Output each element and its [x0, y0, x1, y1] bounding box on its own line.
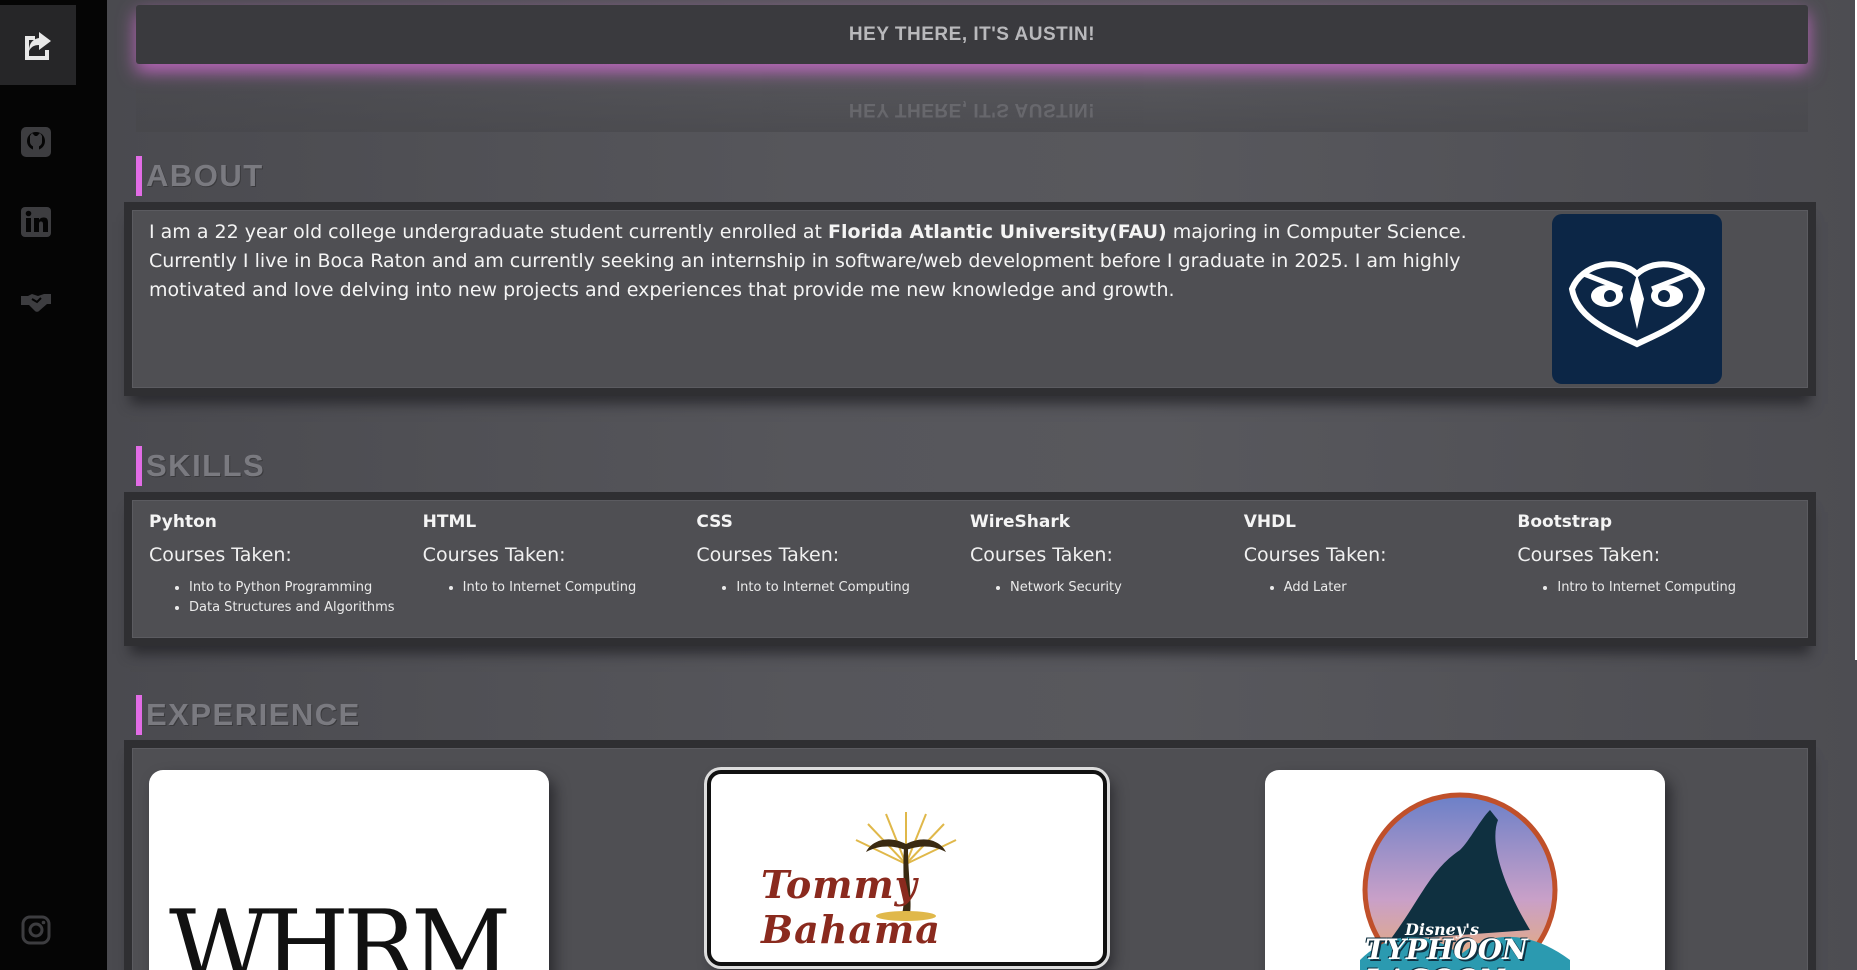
experience-heading: EXPERIENCE: [136, 695, 361, 735]
main-content: HEY THERE, IT'S AUSTIN! HEY THERE, IT'S …: [107, 0, 1857, 970]
courses-label: Courses Taken:: [970, 544, 1113, 566]
course-list: Into to Internet Computing: [423, 578, 697, 598]
about-text: I am a 22 year old college undergraduate…: [149, 218, 1519, 305]
hero-banner: HEY THERE, IT'S AUSTIN!: [136, 5, 1808, 64]
share-icon: [25, 32, 51, 60]
accent-bar: [136, 446, 142, 486]
skills-list: Pyhton Courses Taken: Into to Python Pro…: [149, 506, 1791, 618]
skill-name: WireShark: [970, 512, 1071, 532]
accent-bar: [136, 695, 142, 735]
experience-heading-text: EXPERIENCE: [146, 697, 361, 732]
university-name: Florida Atlantic University(FAU): [828, 221, 1167, 243]
course-list: Into to Internet Computing: [696, 578, 970, 598]
course-item: Add Later: [1284, 578, 1518, 598]
handshake-icon: [21, 294, 51, 312]
course-list: Into to Python Programming Data Structur…: [149, 578, 423, 618]
github-link[interactable]: [16, 122, 56, 162]
course-item: Into to Internet Computing: [463, 578, 697, 598]
skill-html: HTML Courses Taken: Into to Internet Com…: [423, 506, 697, 618]
about-heading-text: ABOUT: [146, 158, 264, 193]
instagram-link[interactable]: [16, 910, 56, 950]
skill-name: VHDL: [1243, 512, 1297, 532]
share-button[interactable]: [0, 5, 76, 85]
skills-heading-text: SKILLS: [146, 448, 266, 483]
experience-panel: WHRM Tommy Bahama Disney's TYPHOON: [124, 740, 1816, 970]
course-item: Into to Python Programming: [189, 578, 423, 598]
whrm-logo: WHRM: [169, 890, 511, 970]
sidebar: [0, 0, 107, 970]
course-list: Add Later: [1244, 578, 1518, 598]
experience-card-typhoon-lagoon[interactable]: Disney's TYPHOON LAGOON: [1265, 770, 1665, 970]
about-panel: I am a 22 year old college undergraduate…: [124, 202, 1816, 396]
skills-heading: SKILLS: [136, 446, 265, 486]
experience-card-whrm[interactable]: WHRM: [149, 770, 549, 970]
skill-name: Bootstrap: [1517, 512, 1613, 532]
linkedin-icon: [21, 207, 51, 237]
skill-name: CSS: [696, 512, 733, 532]
courses-label: Courses Taken:: [1243, 544, 1387, 566]
hero-title: HEY THERE, IT'S AUSTIN!: [848, 23, 1096, 45]
skills-panel: Pyhton Courses Taken: Into to Python Pro…: [124, 492, 1816, 646]
github-icon: [21, 127, 51, 157]
courses-label: Courses Taken:: [696, 544, 840, 566]
course-list: Network Security: [970, 578, 1244, 598]
experience-card-tommy-bahama[interactable]: Tommy Bahama: [707, 770, 1107, 966]
course-item: Data Structures and Algorithms: [189, 598, 423, 618]
typhoon-lagoon-wordmark: TYPHOON LAGOON: [1365, 933, 1528, 970]
skill-bootstrap: Bootstrap Courses Taken: Intro to Intern…: [1517, 506, 1791, 618]
course-list: Intro to Internet Computing: [1517, 578, 1791, 598]
courses-label: Courses Taken:: [1517, 544, 1661, 566]
owl-logo-icon: [1568, 261, 1706, 348]
instagram-icon: [21, 915, 51, 945]
course-item: Intro to Internet Computing: [1557, 578, 1791, 598]
connect-link[interactable]: [16, 282, 56, 322]
skill-wireshark: WireShark Courses Taken: Network Securit…: [970, 506, 1244, 618]
skill-vhdl: VHDL Courses Taken: Add Later: [1244, 506, 1518, 618]
about-text-part: I am a 22 year old college undergraduate…: [149, 221, 829, 243]
course-item: Into to Internet Computing: [736, 578, 970, 598]
skill-name: HTML: [422, 512, 477, 532]
skill-css: CSS Courses Taken: Into to Internet Comp…: [696, 506, 970, 618]
skill-name: Pyhton: [149, 512, 217, 532]
course-item: Network Security: [1010, 578, 1244, 598]
fau-logo: [1552, 214, 1722, 384]
hero-title-reflection: HEY THERE, IT'S AUSTIN!: [848, 99, 1096, 120]
linkedin-link[interactable]: [16, 202, 56, 242]
skill-python: Pyhton Courses Taken: Into to Python Pro…: [149, 506, 423, 618]
tommy-bahama-wordmark: Tommy Bahama: [761, 862, 941, 952]
courses-label: Courses Taken:: [149, 544, 292, 566]
accent-bar: [136, 156, 142, 196]
hero-reflection: HEY THERE, IT'S AUSTIN!: [136, 72, 1808, 132]
about-heading: ABOUT: [136, 156, 264, 196]
courses-label: Courses Taken:: [422, 544, 566, 566]
